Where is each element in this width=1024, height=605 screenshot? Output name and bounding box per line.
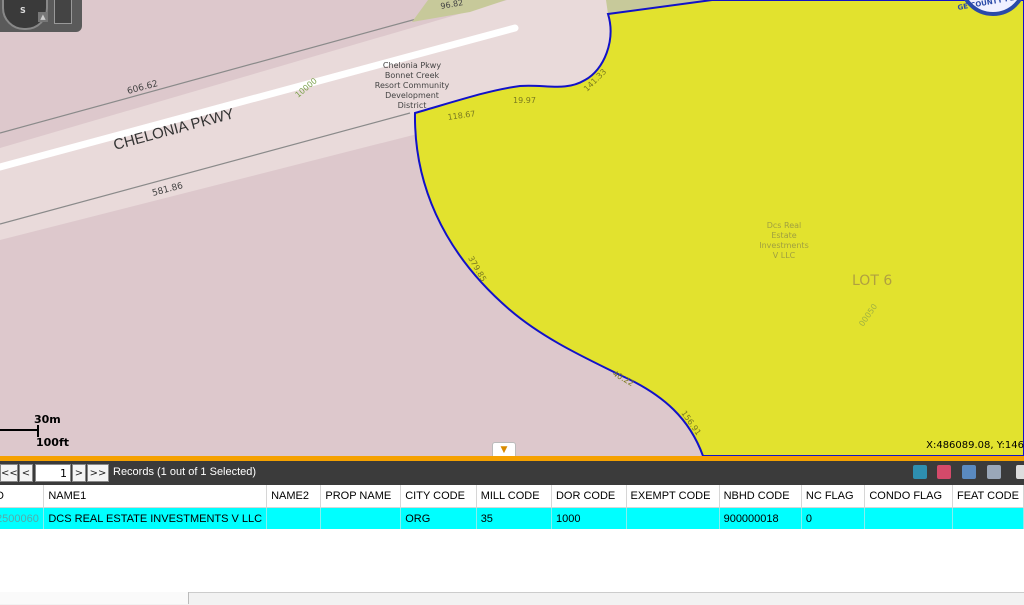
options-icon[interactable]	[987, 465, 1001, 479]
scale-bar-line	[0, 429, 38, 431]
svg-text:Dcs Real: Dcs Real	[767, 221, 802, 230]
map-view[interactable]: CHELONIA PKWY 606.62 581.86 96.82 118.67…	[0, 0, 1024, 456]
svg-text:V LLC: V LLC	[773, 251, 796, 260]
svg-text:Estate: Estate	[771, 231, 796, 240]
map-select-icon[interactable]	[962, 465, 976, 479]
scale-imperial-label: 100ft	[36, 436, 70, 449]
svg-text:Bonnet Creek: Bonnet Creek	[385, 71, 440, 80]
navigation-control[interactable]: S ▲	[0, 0, 82, 32]
column-header[interactable]: NAME1	[43, 485, 268, 508]
triangle-up-icon[interactable]: ▲	[38, 12, 48, 22]
column-header[interactable]: PROP NAME	[320, 485, 402, 508]
attribute-table: D NAME1 NAME2 PROP NAME CITY CODE MILL C…	[0, 485, 1024, 529]
column-header[interactable]: NAME2	[266, 485, 322, 508]
table-cell: 35	[476, 507, 552, 529]
table-cell: ORG	[400, 507, 477, 529]
table-cell: 1000	[551, 507, 627, 529]
table-row[interactable]: 2500060 DCS REAL ESTATE INVESTMENTS V LL…	[0, 507, 1024, 529]
svg-text:Chelonia Pkwy: Chelonia Pkwy	[383, 61, 441, 70]
column-header[interactable]: FEAT CODE	[952, 485, 1024, 508]
lot-label: LOT 6	[852, 273, 892, 289]
column-header[interactable]: NC FLAG	[801, 485, 866, 508]
coordinate-readout: X:486089.08, Y:146	[926, 440, 1024, 451]
collapse-panel-button[interactable]: ▼	[492, 442, 516, 456]
chevron-down-icon: ▼	[500, 445, 508, 455]
table-cell: 0	[801, 507, 866, 529]
table-cell	[952, 507, 1024, 529]
table-cell	[266, 507, 322, 529]
column-header[interactable]: DOR CODE	[551, 485, 627, 508]
table-cell: 900000018	[719, 507, 802, 529]
column-header[interactable]: CITY CODE	[400, 485, 477, 508]
prev-page-button[interactable]: <	[19, 464, 33, 482]
column-header[interactable]: D	[0, 485, 45, 508]
records-toolbar: << < 1 > >> Records (1 out of 1 Selected…	[0, 461, 1024, 485]
page-number-input[interactable]: 1	[35, 464, 71, 482]
table-header-row: D NAME1 NAME2 PROP NAME CITY CODE MILL C…	[0, 485, 1024, 508]
svg-text:District: District	[398, 101, 427, 110]
zoom-slider[interactable]	[54, 0, 72, 24]
table-cell	[626, 507, 720, 529]
footer-tab[interactable]	[0, 592, 189, 604]
first-page-button[interactable]: <<	[0, 464, 18, 482]
column-header[interactable]: MILL CODE	[476, 485, 552, 508]
column-header[interactable]: EXEMPT CODE	[626, 485, 720, 508]
export-icon[interactable]	[1016, 465, 1024, 479]
next-page-button[interactable]: >	[72, 464, 86, 482]
flash-icon[interactable]	[937, 465, 951, 479]
column-header[interactable]: CONDO FLAG	[864, 485, 953, 508]
compass-south-label: S	[20, 6, 26, 15]
column-header[interactable]: NBHD CODE	[719, 485, 802, 508]
svg-text:Development: Development	[385, 91, 439, 100]
svg-text:Investments: Investments	[759, 241, 808, 250]
table-cell	[320, 507, 402, 529]
last-page-button[interactable]: >>	[87, 464, 109, 482]
dim-label-19: 19.97	[513, 96, 536, 105]
records-count: Records (1 out of 1 Selected)	[113, 466, 257, 478]
table-cell: 2500060	[0, 507, 45, 529]
zoom-to-icon[interactable]	[913, 465, 927, 479]
table-cell	[864, 507, 953, 529]
map-canvas: CHELONIA PKWY 606.62 581.86 96.82 118.67…	[0, 0, 1024, 456]
svg-text:Resort Community: Resort Community	[375, 81, 450, 90]
scale-bar: 30m 100ft	[0, 413, 80, 453]
table-cell: DCS REAL ESTATE INVESTMENTS V LLC	[43, 507, 268, 529]
